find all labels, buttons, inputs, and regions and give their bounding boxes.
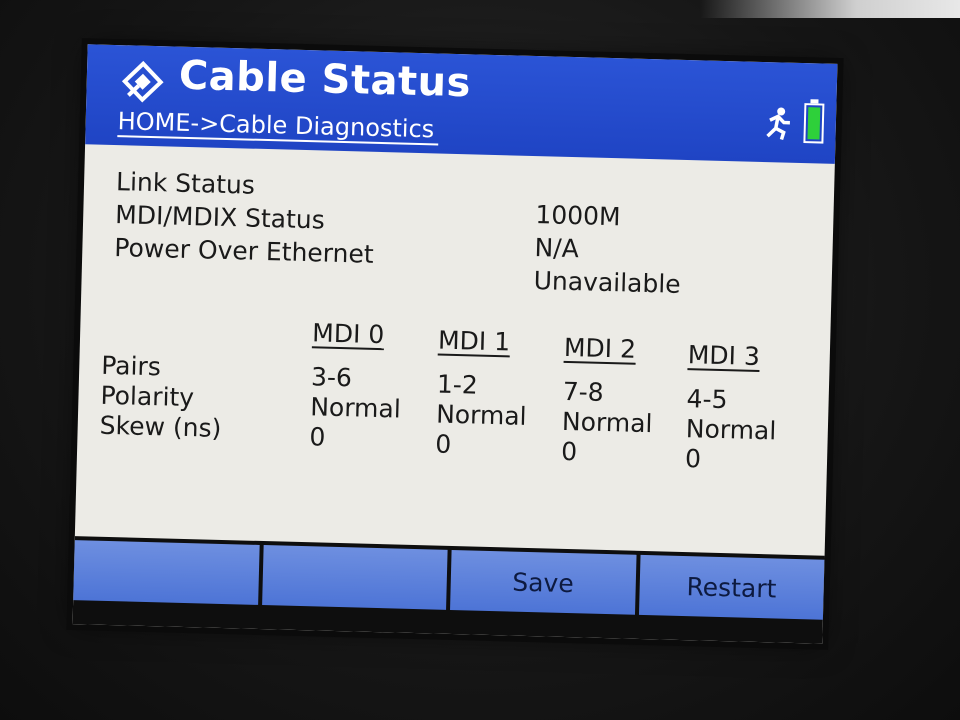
mdi-1-polarity: Normal bbox=[435, 399, 527, 431]
network-tester-logo-icon bbox=[121, 60, 164, 103]
row-label-pairs: Pairs bbox=[100, 350, 162, 382]
mdi-mdix-status-label: MDI/MDIX Status bbox=[114, 200, 326, 235]
mdi-0-pairs: 3-6 bbox=[310, 362, 353, 393]
cable-diagnostics-content: Link Status MDI/MDIX Status Power Over E… bbox=[75, 144, 835, 553]
mdi-2-polarity: Normal bbox=[561, 406, 653, 439]
poe-value: Unavailable bbox=[533, 266, 682, 299]
title-bar: Cable Status HOME->Cable Diagnostics bbox=[85, 44, 838, 164]
restart-button[interactable]: Restart bbox=[638, 554, 825, 620]
breadcrumb[interactable]: HOME->Cable Diagnostics bbox=[117, 107, 439, 146]
mdi-0-skew: 0 bbox=[309, 422, 326, 452]
column-header-mdi-3: MDI 3 bbox=[687, 340, 761, 371]
mdi-1-pairs: 1-2 bbox=[436, 369, 479, 400]
mdi-2-skew: 0 bbox=[560, 436, 578, 467]
battery-level bbox=[807, 107, 821, 140]
row-label-polarity: Polarity bbox=[100, 380, 195, 413]
mdi-mdix-status-value: N/A bbox=[534, 233, 580, 264]
softkey-1[interactable] bbox=[73, 540, 260, 605]
mdi-3-pairs: 4-5 bbox=[686, 384, 728, 415]
link-status-value: 1000M bbox=[535, 200, 621, 232]
runner-icon bbox=[761, 106, 792, 141]
device-screen: Cable Status HOME->Cable Diagnostics Lin… bbox=[72, 44, 838, 644]
page-title: Cable Status bbox=[178, 52, 472, 107]
mdi-0-polarity: Normal bbox=[309, 392, 402, 424]
battery-icon bbox=[803, 103, 825, 144]
mdi-3-polarity: Normal bbox=[685, 414, 777, 446]
row-label-skew: Skew (ns) bbox=[99, 410, 222, 443]
link-status-label: Link Status bbox=[115, 167, 256, 200]
save-button[interactable]: Save bbox=[450, 549, 637, 615]
mdi-2-pairs: 7-8 bbox=[562, 376, 605, 407]
mdi-3-skew: 0 bbox=[684, 444, 702, 474]
poe-label: Power Over Ethernet bbox=[114, 233, 375, 269]
column-header-mdi-0: MDI 0 bbox=[311, 318, 385, 350]
background-light bbox=[700, 0, 960, 18]
softkey-2[interactable] bbox=[261, 545, 448, 610]
column-header-mdi-1: MDI 1 bbox=[437, 325, 511, 357]
column-header-mdi-2: MDI 2 bbox=[563, 332, 637, 364]
mdi-1-skew: 0 bbox=[434, 429, 452, 459]
